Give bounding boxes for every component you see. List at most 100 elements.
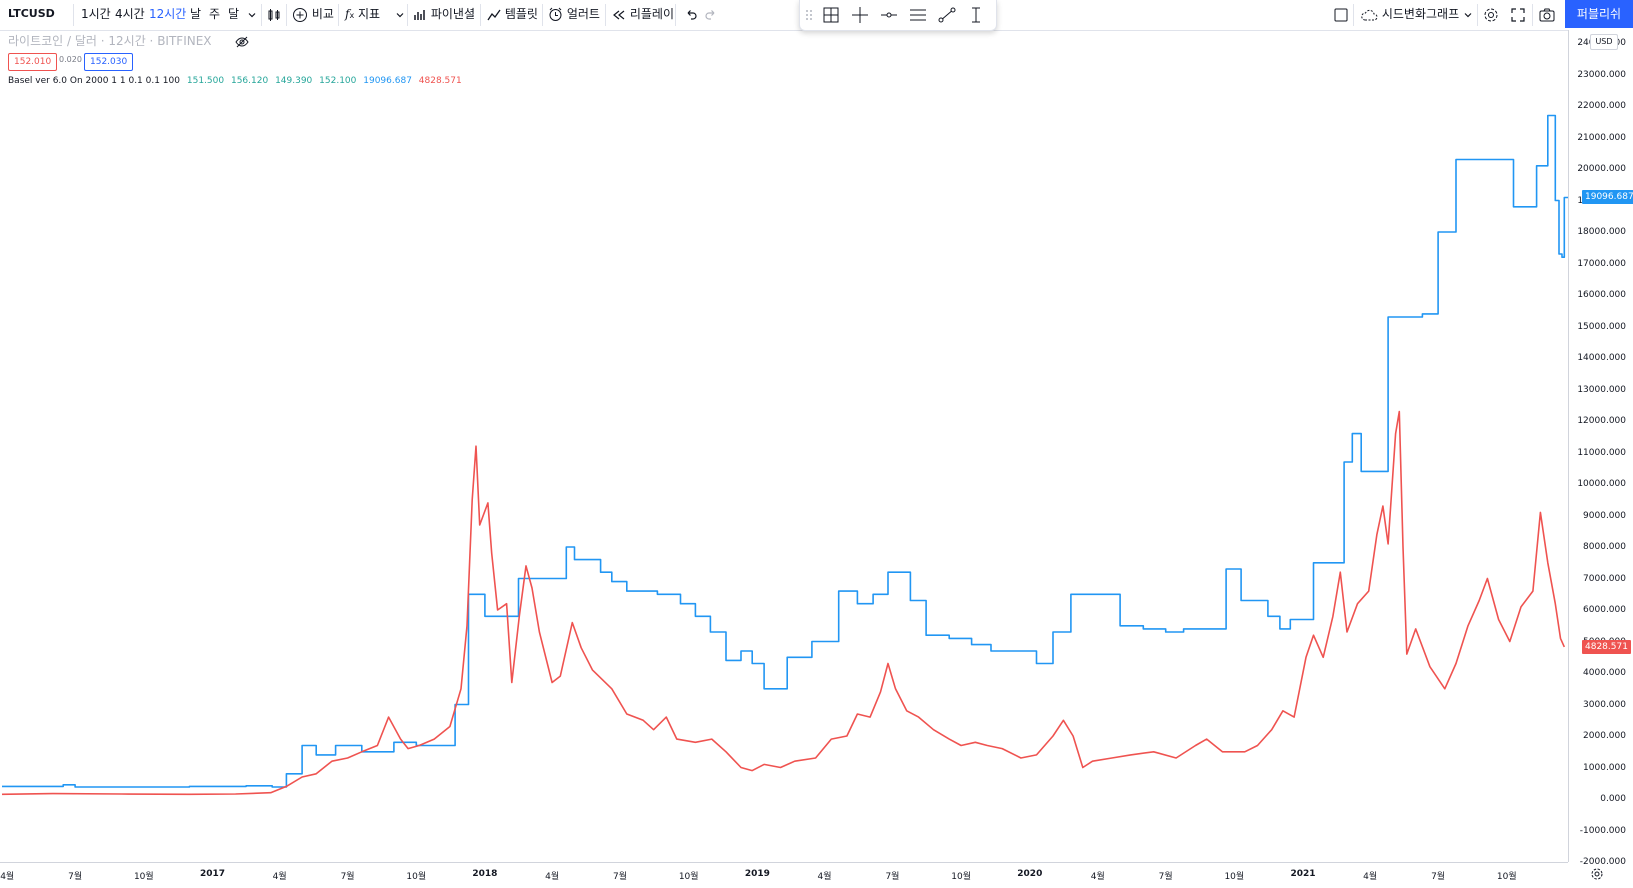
price-tick-label: 7000.000: [1583, 573, 1626, 584]
symbol-title: 라이트코인 / 달러 · 12시간 · BITFINEX: [8, 34, 212, 48]
toolbar-divider: [338, 4, 339, 26]
time-tick-label: 7월: [885, 872, 900, 882]
time-tick-label: 10월: [406, 872, 427, 882]
buy-price-box[interactable]: 152.030: [84, 53, 134, 71]
red-series-last-value: 4828.571: [1582, 639, 1631, 654]
indicators-label: 지표: [358, 7, 381, 21]
time-tick-label: 10월: [1224, 872, 1245, 882]
toolbar-divider: [542, 4, 543, 26]
plus-circle-icon: [293, 7, 307, 22]
chevron-down-icon[interactable]: [395, 0, 405, 28]
price-tick-label: -1000.000: [1579, 825, 1626, 836]
replay-button[interactable]: 리플레이: [612, 0, 674, 28]
grid-cross-icon[interactable]: [820, 4, 842, 26]
indicator-value: 152.100: [319, 76, 357, 86]
time-tick-label: 7월: [68, 872, 83, 882]
horizontal-ray-icon[interactable]: [878, 4, 900, 26]
red-series-line[interactable]: [1, 410, 1566, 796]
price-tick-label: 11000.000: [1577, 447, 1626, 458]
price-tick-label: 21000.000: [1577, 132, 1626, 143]
indicator-value: 151.500: [186, 76, 225, 86]
price-tick-label: 10000.000: [1577, 479, 1626, 489]
toolbar-divider: [675, 4, 676, 26]
publish-button[interactable]: 퍼블리쉬: [1565, 0, 1633, 28]
toolbar-divider: [73, 4, 74, 26]
gear-icon[interactable]: [1590, 866, 1604, 885]
cloud-icon: [1361, 9, 1378, 20]
time-tick-label: 10월: [1496, 872, 1517, 882]
chart-legend: 라이트코인 / 달러 · 12시간 · BITFINEX: [8, 32, 212, 49]
crosshair-icon[interactable]: [849, 4, 871, 26]
alert-button[interactable]: 얼러트: [548, 0, 600, 28]
pine-editor-button[interactable]: 파이낸셜: [413, 0, 475, 28]
rewind-icon: [613, 10, 625, 19]
fullscreen-toggle-checkbox[interactable]: [1333, 0, 1349, 28]
time-tick-label: 4월: [0, 872, 15, 882]
interval-day[interactable]: 날: [190, 0, 201, 28]
price-tick-label: 18000.000: [1577, 227, 1626, 237]
camera-icon[interactable]: [1539, 0, 1555, 28]
interval-week[interactable]: 주: [209, 0, 220, 28]
blue-series-line[interactable]: [2, 114, 1568, 788]
layout-name-button[interactable]: 시드변화그래프: [1360, 0, 1459, 28]
indicator-name: Basel ver 6.0 On 2000 1 1 0.1 0.1 100: [8, 76, 180, 86]
time-tick-label: 10월: [133, 872, 154, 882]
price-tick-label: 14000.000: [1577, 353, 1626, 363]
templates-button[interactable]: 템플릿: [487, 0, 538, 28]
price-tick-label: 15000.000: [1577, 321, 1626, 332]
price-axis[interactable]: 24000.00023000.00022000.00021000.0002000…: [1568, 30, 1633, 867]
chevron-down-icon[interactable]: [1463, 0, 1473, 28]
toolbar-divider: [605, 4, 606, 26]
redo-icon[interactable]: [704, 0, 718, 28]
chevron-down-icon[interactable]: [247, 0, 257, 28]
indicator-value: 149.390: [275, 76, 313, 86]
toolbar-divider: [1532, 4, 1533, 26]
interval-1h[interactable]: 1시간: [81, 0, 111, 28]
price-tick-label: 0.000: [1600, 794, 1626, 804]
price-tick-label: 6000.000: [1583, 605, 1626, 615]
gear-icon[interactable]: [1483, 0, 1499, 28]
price-tick-label: 17000.000: [1577, 258, 1626, 269]
undo-icon[interactable]: [684, 0, 698, 28]
time-tick-label: 4월: [1363, 872, 1378, 882]
fullscreen-icon[interactable]: [1511, 0, 1525, 28]
hide-eye-icon[interactable]: [235, 33, 249, 52]
drag-handle-icon[interactable]: [804, 4, 814, 26]
interval-12h[interactable]: 12시간: [149, 0, 186, 28]
price-tick-label: 4000.000: [1583, 668, 1626, 678]
symbol-search[interactable]: LTCUSD: [8, 0, 55, 28]
chart-plot-area[interactable]: [0, 0, 1568, 862]
indicator-value: 156.120: [230, 76, 269, 86]
interval-4h[interactable]: 4시간: [115, 0, 145, 28]
compare-button[interactable]: 비교: [292, 0, 334, 28]
trend-line-icon[interactable]: [936, 4, 958, 26]
layout-name-label: 시드변화그래프: [1381, 7, 1460, 21]
blue-series-last-value: 19096.687: [1582, 190, 1633, 205]
time-tick-label: 7월: [340, 872, 355, 882]
currency-label[interactable]: USD: [1590, 34, 1618, 50]
time-tick-label: 2021: [1290, 869, 1316, 879]
interval-month[interactable]: 달: [228, 0, 239, 28]
time-axis[interactable]: 4월 7월 10월 2017 4월 7월 10월 2018 4월 7월 10월 2019 4월 7월 10월…: [0, 862, 1568, 888]
price-tick-label: 2000.000: [1583, 731, 1626, 741]
toolbar-divider: [407, 4, 408, 26]
toolbar-divider: [286, 4, 287, 26]
price-tick-label: 13000.000: [1577, 384, 1626, 395]
price-tick-label: 1000.000: [1583, 762, 1626, 773]
candles-icon[interactable]: [266, 0, 282, 28]
parallel-channel-icon[interactable]: [907, 4, 929, 26]
time-tick-label: 7월: [613, 872, 628, 882]
replay-label: 리플레이: [629, 7, 674, 21]
price-tick-label: 9000.000: [1583, 510, 1626, 521]
price-tick-label: 8000.000: [1583, 542, 1626, 552]
price-tick-label: 23000.000: [1577, 69, 1626, 80]
toolbar-divider: [1353, 4, 1354, 26]
price-tick-label: 16000.000: [1577, 290, 1626, 300]
sell-price-box[interactable]: 152.010: [8, 53, 58, 71]
alarm-clock-icon: [549, 7, 562, 21]
indicators-button[interactable]: fx 지표: [345, 0, 380, 28]
floating-drawing-toolbar: [799, 0, 997, 31]
text-cursor-icon[interactable]: [965, 4, 987, 26]
spread-value: 0.020: [59, 55, 82, 64]
time-tick-label: 2018: [472, 869, 498, 879]
